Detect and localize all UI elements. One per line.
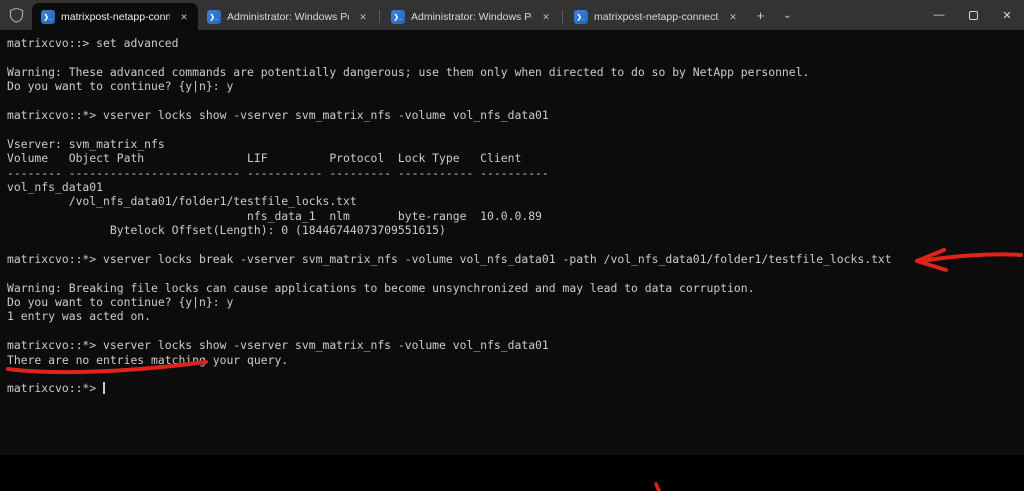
tab-label: Administrator: Windows Powe (227, 11, 349, 23)
tab-dropdown-button[interactable]: ⌄ (775, 3, 800, 27)
tab-label: Administrator: Windows Powe (411, 11, 532, 23)
terminal-line (7, 122, 1024, 136)
terminal-line (7, 94, 1024, 108)
terminal-line: Bytelock Offset(Length): 0 (184467440737… (7, 223, 1024, 237)
terminal-line: vol_nfs_data01 (7, 180, 1024, 194)
close-button[interactable]: ✕ (990, 0, 1024, 30)
terminal-line: Do you want to continue? {y|n}: y (7, 295, 1024, 309)
terminal-line (7, 237, 1024, 251)
titlebar-drag-region[interactable] (801, 0, 922, 30)
plus-icon: + (757, 8, 765, 23)
terminal-line (7, 50, 1024, 64)
tab-matrixpost-netapp-connector[interactable]: ❯_ matrixpost-netapp-connector ✕ (32, 3, 198, 30)
admin-shield-icon (0, 0, 32, 30)
command-prompt: matrixcvo::*> (7, 381, 103, 395)
tab-administrator-powershell-2[interactable]: ❯_ Administrator: Windows Powe ✕ (382, 3, 560, 30)
terminal-viewport[interactable]: matrixcvo::> set advanced Warning: These… (0, 30, 1024, 455)
terminal-prompt-line: matrixcvo::*> (7, 381, 1024, 395)
minimize-button[interactable]: — (922, 0, 956, 30)
tab-close-icon[interactable]: ✕ (176, 9, 192, 25)
powershell-icon: ❯_ (574, 10, 588, 24)
terminal-line: /vol_nfs_data01/folder1/testfile_locks.t… (7, 194, 1024, 208)
terminal-line: Warning: Breaking file locks can cause a… (7, 281, 1024, 295)
terminal-table-header: Volume Object Path LIF Protocol Lock Typ… (7, 151, 1024, 165)
terminal-line: Do you want to continue? {y|n}: y (7, 79, 1024, 93)
tab-close-icon[interactable]: ✕ (355, 9, 371, 25)
powershell-icon: ❯_ (391, 10, 405, 24)
terminal-line-break-command: matrixcvo::*> vserver locks break -vserv… (7, 252, 1024, 266)
window-controls: — ✕ (922, 0, 1024, 30)
tab-label: matrixpost-netapp-connector (61, 11, 170, 23)
powershell-icon: ❯_ (41, 10, 55, 24)
tab-separator (562, 10, 563, 23)
tab-close-icon[interactable]: ✕ (538, 9, 554, 25)
terminal-line (7, 266, 1024, 280)
terminal-line: Warning: These advanced commands are pot… (7, 65, 1024, 79)
terminal-line: matrixcvo::> set advanced (7, 36, 1024, 50)
new-tab-button[interactable]: + (748, 3, 773, 27)
tab-administrator-powershell-1[interactable]: ❯_ Administrator: Windows Powe ✕ (198, 3, 377, 30)
text-cursor (103, 382, 105, 394)
terminal-window: ❯_ matrixpost-netapp-connector ✕ ❯_ Admi… (0, 0, 1024, 455)
terminal-line: nfs_data_1 nlm byte-range 10.0.0.89 (7, 209, 1024, 223)
terminal-line: matrixcvo::*> vserver locks show -vserve… (7, 338, 1024, 352)
maximize-button[interactable] (956, 0, 990, 30)
terminal-table-divider: -------- ------------------------- -----… (7, 166, 1024, 180)
desktop-background (0, 455, 1024, 491)
powershell-icon: ❯_ (207, 10, 221, 24)
close-icon: ✕ (1002, 9, 1011, 22)
shield-outline-icon (8, 6, 25, 24)
terminal-line: matrixcvo::*> vserver locks show -vserve… (7, 108, 1024, 122)
maximize-icon (969, 11, 978, 20)
tab-close-icon[interactable]: ✕ (725, 9, 741, 25)
terminal-line: 1 entry was acted on. (7, 309, 1024, 323)
terminal-line (7, 324, 1024, 338)
tab-strip: ❯_ matrixpost-netapp-connector ✕ ❯_ Admi… (32, 0, 747, 30)
minimize-icon: — (934, 9, 945, 21)
chevron-down-icon: ⌄ (783, 10, 791, 21)
terminal-line: Vserver: svm_matrix_nfs (7, 137, 1024, 151)
terminal-line-no-entries: There are no entries matching your query… (7, 353, 1024, 367)
titlebar: ❯_ matrixpost-netapp-connector ✕ ❯_ Admi… (0, 0, 1024, 30)
terminal-line (7, 367, 1024, 381)
tab-separator (379, 10, 380, 23)
tab-matrixpost-netapp-connector-2[interactable]: ❯_ matrixpost-netapp-connector( ✕ (565, 3, 747, 30)
tab-label: matrixpost-netapp-connector( (594, 11, 719, 23)
